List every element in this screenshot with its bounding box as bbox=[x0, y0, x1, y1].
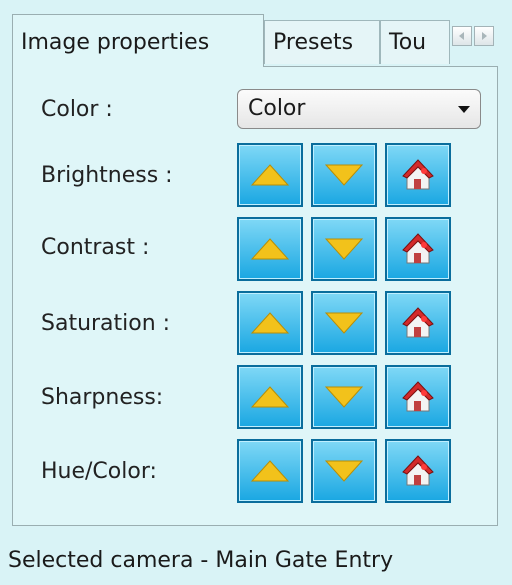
selected-camera-status: Selected camera - Main Gate Entry bbox=[8, 548, 394, 573]
image-properties-panel: Color : Color Brightness : Contrast : Sa… bbox=[12, 66, 498, 526]
hue-color-controls bbox=[237, 439, 459, 505]
tab-scroll-buttons bbox=[452, 26, 496, 48]
chevron-down-icon bbox=[458, 106, 470, 113]
up-arrow-icon bbox=[250, 386, 290, 408]
contrast-reset-button[interactable] bbox=[385, 217, 451, 281]
brightness-down-button[interactable] bbox=[311, 143, 377, 207]
up-arrow-icon bbox=[250, 312, 290, 334]
tab-strip: Image properties Presets Tou bbox=[12, 14, 498, 67]
down-arrow-icon bbox=[324, 386, 364, 408]
color-select[interactable]: Color bbox=[237, 89, 481, 129]
brightness-controls bbox=[237, 143, 459, 209]
tab-scroll-right-button[interactable] bbox=[474, 26, 494, 46]
sharpness-down-button[interactable] bbox=[311, 365, 377, 429]
down-arrow-icon bbox=[324, 312, 364, 334]
color-select-value: Color bbox=[248, 96, 306, 121]
brightness-up-button[interactable] bbox=[237, 143, 303, 207]
brightness-reset-button[interactable] bbox=[385, 143, 451, 207]
sharpness-reset-button[interactable] bbox=[385, 365, 451, 429]
up-arrow-icon bbox=[250, 164, 290, 186]
saturation-up-button[interactable] bbox=[237, 291, 303, 355]
hue-color-up-button[interactable] bbox=[237, 439, 303, 503]
down-arrow-icon bbox=[324, 164, 364, 186]
chevron-right-icon bbox=[482, 32, 487, 40]
chevron-left-icon bbox=[459, 32, 464, 40]
tab-presets[interactable]: Presets bbox=[264, 20, 380, 64]
tab-image-properties[interactable]: Image properties bbox=[12, 14, 264, 67]
down-arrow-icon bbox=[324, 238, 364, 260]
home-reset-icon bbox=[402, 381, 434, 412]
home-reset-icon bbox=[402, 233, 434, 264]
home-reset-icon bbox=[402, 307, 434, 338]
down-arrow-icon bbox=[324, 460, 364, 482]
saturation-down-button[interactable] bbox=[311, 291, 377, 355]
tab-scroll-left-button[interactable] bbox=[452, 26, 472, 46]
hue-color-down-button[interactable] bbox=[311, 439, 377, 503]
sharpness-label: Sharpness: bbox=[41, 385, 164, 410]
up-arrow-icon bbox=[250, 238, 290, 260]
color-label: Color : bbox=[41, 97, 113, 122]
home-reset-icon bbox=[402, 159, 434, 190]
sharpness-controls bbox=[237, 365, 459, 431]
saturation-reset-button[interactable] bbox=[385, 291, 451, 355]
brightness-label: Brightness : bbox=[41, 163, 173, 188]
saturation-label: Saturation : bbox=[41, 311, 171, 336]
contrast-controls bbox=[237, 217, 459, 283]
up-arrow-icon bbox=[250, 460, 290, 482]
hue-color-reset-button[interactable] bbox=[385, 439, 451, 503]
saturation-controls bbox=[237, 291, 459, 357]
contrast-label: Contrast : bbox=[41, 235, 150, 260]
sharpness-up-button[interactable] bbox=[237, 365, 303, 429]
hue-color-label: Hue/Color: bbox=[41, 459, 157, 484]
contrast-down-button[interactable] bbox=[311, 217, 377, 281]
contrast-up-button[interactable] bbox=[237, 217, 303, 281]
home-reset-icon bbox=[402, 455, 434, 486]
tab-tou[interactable]: Tou bbox=[380, 20, 450, 64]
